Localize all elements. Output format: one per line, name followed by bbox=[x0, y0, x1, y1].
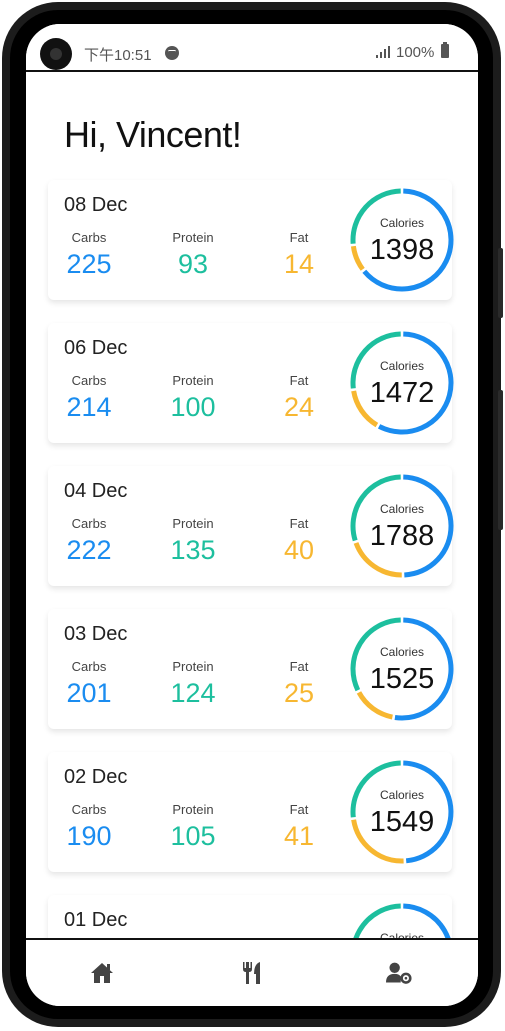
greeting-title: Hi, Vincent! bbox=[64, 114, 242, 155]
fat-value: 41 bbox=[283, 821, 315, 851]
home-icon[interactable] bbox=[89, 960, 115, 986]
carbs-stat: Carbs 222 bbox=[44, 516, 134, 566]
fat-label: Fat bbox=[289, 230, 309, 245]
protein-value: 93 bbox=[177, 249, 209, 279]
carbs-value: 225 bbox=[66, 249, 112, 279]
card-date: 04 Dec bbox=[64, 480, 128, 502]
carbs-value: 222 bbox=[66, 535, 112, 565]
protein-stat: Protein 135 bbox=[148, 516, 238, 566]
card-date: 03 Dec bbox=[64, 623, 128, 645]
daily-log-list[interactable]: Hi, Vincent! 08 Dec Carbs 225 Protein 93… bbox=[26, 72, 478, 938]
protein-label: Protein bbox=[172, 516, 214, 531]
carbs-label: Carbs bbox=[71, 802, 107, 817]
calories-label: Calories bbox=[379, 788, 424, 802]
calories-label: Calories bbox=[379, 359, 424, 373]
protein-value: 100 bbox=[170, 392, 216, 422]
calories-value: 1398 bbox=[369, 234, 435, 266]
carbs-stat: Carbs 190 bbox=[44, 802, 134, 852]
carbs-stat: Carbs 225 bbox=[44, 230, 134, 280]
calories-label: Calories bbox=[379, 931, 424, 938]
calories-value: 1472 bbox=[369, 377, 435, 409]
status-time: 下午10:51 bbox=[84, 47, 152, 64]
carbs-label: Carbs bbox=[71, 659, 107, 674]
protein-value: 105 bbox=[170, 821, 216, 851]
day-card[interactable]: 03 Dec Carbs 201 Protein 124 Fat 25 Calo… bbox=[48, 609, 454, 729]
fat-arc bbox=[356, 691, 393, 720]
bottom-nav bbox=[26, 938, 478, 1006]
utensils-icon[interactable] bbox=[239, 960, 265, 986]
carbs-label: Carbs bbox=[71, 516, 107, 531]
day-card[interactable]: 01 Dec Carbs Protein Fat Calories bbox=[48, 895, 452, 938]
protein-value: 124 bbox=[170, 678, 216, 708]
spotify-icon bbox=[165, 46, 179, 60]
calories-value: 1788 bbox=[369, 520, 435, 552]
day-card[interactable]: 04 Dec Carbs 222 Protein 135 Fat 40 Calo… bbox=[48, 466, 454, 586]
protein-label: Protein bbox=[172, 230, 214, 245]
carbs-value: 214 bbox=[66, 392, 112, 422]
carbs-label: Carbs bbox=[71, 230, 107, 245]
calories-label: Calories bbox=[379, 645, 424, 659]
power-button bbox=[498, 390, 503, 530]
fat-label: Fat bbox=[289, 802, 309, 817]
day-card[interactable]: 06 Dec Carbs 214 Protein 100 Fat 24 Calo… bbox=[48, 323, 454, 443]
fat-value: 14 bbox=[283, 249, 315, 279]
card-date: 01 Dec bbox=[64, 909, 128, 931]
carbs-value: 190 bbox=[66, 821, 112, 851]
card-date: 02 Dec bbox=[64, 766, 128, 788]
volume-button bbox=[498, 248, 503, 318]
protein-stat: Protein 93 bbox=[148, 230, 238, 280]
fat-stat: Fat 24 bbox=[254, 373, 344, 423]
calories-label: Calories bbox=[379, 216, 424, 230]
fat-stat: Fat 41 bbox=[254, 802, 344, 852]
day-card[interactable]: 02 Dec Carbs 190 Protein 105 Fat 41 Calo… bbox=[48, 752, 454, 872]
card-date: 08 Dec bbox=[64, 194, 128, 216]
fat-label: Fat bbox=[289, 659, 309, 674]
carbs-stat: Carbs 214 bbox=[44, 373, 134, 423]
fat-label: Fat bbox=[289, 516, 309, 531]
protein-value: 135 bbox=[170, 535, 216, 565]
protein-label: Protein bbox=[172, 373, 214, 388]
app-screen: 下午10:51 100% Hi, Vincent! 08 Dec Carbs 2… bbox=[26, 24, 478, 1006]
fat-stat: Fat 40 bbox=[254, 516, 344, 566]
calories-value: 1525 bbox=[369, 663, 435, 695]
fat-label: Fat bbox=[289, 373, 309, 388]
carbs-label: Carbs bbox=[71, 373, 107, 388]
fat-value: 24 bbox=[283, 392, 315, 422]
status-bar: 下午10:51 100% bbox=[26, 24, 478, 72]
carbs-stat: Carbs 201 bbox=[44, 659, 134, 709]
calories-label: Calories bbox=[379, 502, 424, 516]
protein-label: Protein bbox=[172, 659, 214, 674]
protein-stat: Protein 100 bbox=[148, 373, 238, 423]
fat-stat: Fat 25 bbox=[254, 659, 344, 709]
protein-stat: Protein 124 bbox=[148, 659, 238, 709]
camera-icon bbox=[40, 38, 72, 70]
battery-icon bbox=[441, 42, 449, 58]
protein-label: Protein bbox=[172, 802, 214, 817]
signal-icon bbox=[376, 46, 390, 58]
protein-stat: Protein 105 bbox=[148, 802, 238, 852]
calories-value: 1549 bbox=[369, 806, 435, 838]
user-settings-icon[interactable] bbox=[386, 960, 412, 986]
card-date: 06 Dec bbox=[64, 337, 128, 359]
fat-value: 25 bbox=[283, 678, 315, 708]
battery-percent: 100% bbox=[396, 44, 435, 61]
fat-stat: Fat 14 bbox=[254, 230, 344, 280]
day-card[interactable]: 08 Dec Carbs 225 Protein 93 Fat 14 Calor… bbox=[48, 180, 454, 300]
fat-value: 40 bbox=[283, 535, 315, 565]
carbs-value: 201 bbox=[66, 678, 112, 708]
